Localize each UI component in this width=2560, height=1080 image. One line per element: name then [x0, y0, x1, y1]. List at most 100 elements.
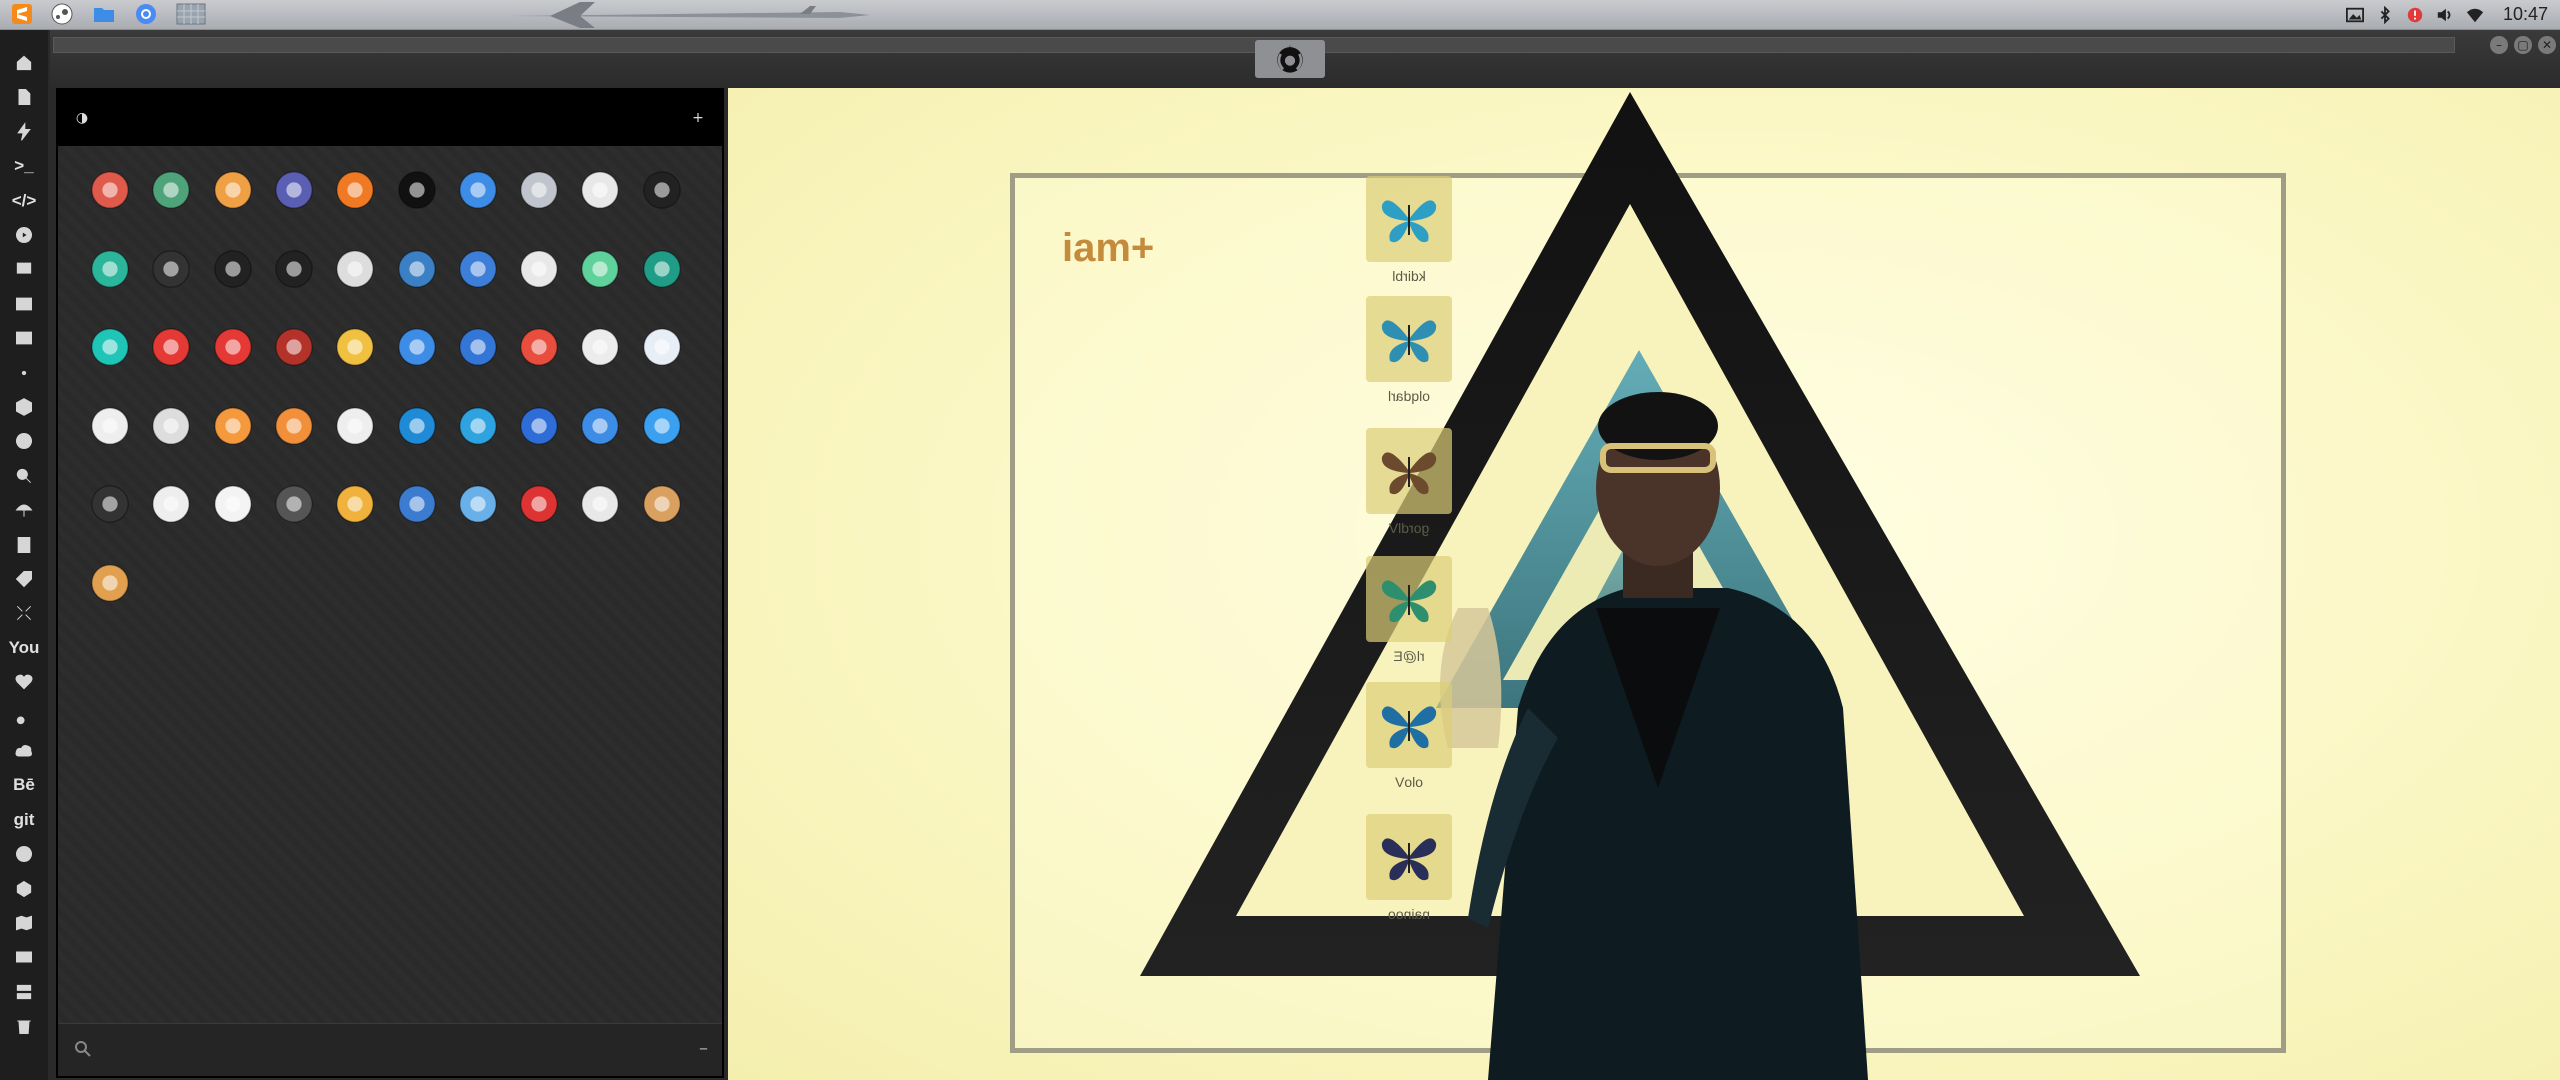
expand-icon[interactable]: [0, 596, 48, 630]
earth-icon[interactable]: [395, 482, 439, 526]
pages-icon[interactable]: [211, 404, 255, 448]
search-dock-icon[interactable]: [0, 459, 48, 493]
map-icon[interactable]: [0, 906, 48, 940]
powershell-icon[interactable]: [640, 325, 684, 369]
magnifier-icon[interactable]: [211, 168, 255, 212]
hourglass-icon[interactable]: [272, 168, 316, 212]
photos-icon[interactable]: [517, 325, 561, 369]
cubes-icon[interactable]: [0, 872, 48, 906]
terminal-icon[interactable]: >_: [0, 149, 48, 183]
rss-icon[interactable]: [149, 482, 193, 526]
globe-icon[interactable]: [456, 168, 500, 212]
clock[interactable]: 10:47: [2503, 4, 2548, 25]
workspace-icon[interactable]: [176, 3, 206, 25]
starfleet-icon[interactable]: [211, 247, 255, 291]
code-icon[interactable]: </>: [0, 184, 48, 218]
equalizer-icon[interactable]: [88, 482, 132, 526]
chat-icon[interactable]: [640, 168, 684, 212]
behance-icon[interactable]: Bē: [0, 768, 48, 802]
warning-icon[interactable]: [88, 168, 132, 212]
home-icon[interactable]: [0, 46, 48, 80]
contacts-icon[interactable]: [0, 528, 48, 562]
wifi-icon[interactable]: [2465, 5, 2485, 25]
steam-icon[interactable]: [50, 3, 74, 25]
umbrella-icon[interactable]: [578, 404, 622, 448]
calendar-icon[interactable]: [211, 482, 255, 526]
rebel-alliance-icon[interactable]: [1255, 40, 1325, 78]
volume-icon[interactable]: [2435, 5, 2455, 25]
bolt-icon[interactable]: [0, 115, 48, 149]
map-icon[interactable]: [395, 247, 439, 291]
mail-icon[interactable]: [456, 482, 500, 526]
arrow-icon[interactable]: [333, 168, 377, 212]
gmail-icon[interactable]: [517, 482, 561, 526]
butterfly-tile[interactable]: [1366, 296, 1452, 382]
git-icon[interactable]: git: [0, 803, 48, 837]
github-cat-icon[interactable]: [149, 247, 193, 291]
image-icon[interactable]: [0, 287, 48, 321]
calculator-icon[interactable]: [456, 325, 500, 369]
sublime-text-icon[interactable]: [10, 3, 34, 25]
radio-icon[interactable]: [88, 561, 132, 605]
news-icon[interactable]: [0, 321, 48, 355]
video-icon[interactable]: [640, 247, 684, 291]
mail-dock-icon[interactable]: [0, 940, 48, 974]
terminal-icon[interactable]: [395, 168, 439, 212]
translate-icon[interactable]: [395, 325, 439, 369]
flask-icon[interactable]: [578, 325, 622, 369]
image-tray-icon[interactable]: [2345, 5, 2365, 25]
collapse-button[interactable]: –: [699, 1038, 708, 1059]
yandex-icon[interactable]: [149, 168, 193, 212]
trash-icon[interactable]: [0, 1009, 48, 1043]
c3po-icon[interactable]: [333, 325, 377, 369]
search-input[interactable]: [98, 1036, 682, 1064]
heart-icon[interactable]: [0, 665, 48, 699]
youtube-dock-icon[interactable]: You: [0, 631, 48, 665]
umbrella-icon[interactable]: [0, 493, 48, 527]
alert-tray-icon[interactable]: [2405, 5, 2425, 25]
inkscape-icon[interactable]: [333, 247, 377, 291]
butterfly-tile[interactable]: [1366, 682, 1452, 768]
snowflake-icon[interactable]: [456, 404, 500, 448]
butterfly-tile[interactable]: [1366, 428, 1452, 514]
github-icon[interactable]: [0, 837, 48, 871]
play-circle-icon[interactable]: [0, 218, 48, 252]
hexagon-icon[interactable]: [0, 390, 48, 424]
minimize-button[interactable]: –: [2490, 36, 2508, 54]
add-icon[interactable]: +: [688, 108, 708, 128]
disk-utility-icon[interactable]: [517, 404, 561, 448]
server-icon[interactable]: [0, 975, 48, 1009]
presentation-icon[interactable]: [333, 404, 377, 448]
youtube-icon[interactable]: [149, 325, 193, 369]
files-icon[interactable]: [92, 3, 116, 25]
window-icon[interactable]: [578, 168, 622, 212]
ironman-icon[interactable]: [272, 325, 316, 369]
document-icon[interactable]: [88, 404, 132, 448]
document-icon[interactable]: [0, 80, 48, 114]
kanban-icon[interactable]: [333, 482, 377, 526]
picture-icon[interactable]: [272, 404, 316, 448]
atom-icon[interactable]: [0, 356, 48, 390]
maximize-button[interactable]: ▢: [2514, 36, 2532, 54]
vscode-icon[interactable]: [395, 404, 439, 448]
music-icon[interactable]: [578, 247, 622, 291]
theme-toggle-icon[interactable]: ◑: [72, 108, 92, 128]
link-icon[interactable]: [0, 700, 48, 734]
pyramid-icon[interactable]: [640, 482, 684, 526]
books-icon[interactable]: [456, 247, 500, 291]
google-drive-icon[interactable]: [578, 482, 622, 526]
globe-icon[interactable]: [0, 424, 48, 458]
chrome-icon[interactable]: [134, 3, 158, 25]
news-icon[interactable]: [149, 404, 193, 448]
bluetooth-icon[interactable]: [2375, 5, 2395, 25]
notes-icon[interactable]: [517, 247, 561, 291]
close-red-icon[interactable]: [211, 325, 255, 369]
butterfly-tile[interactable]: [1366, 556, 1452, 642]
death-star-icon[interactable]: [272, 247, 316, 291]
close-button[interactable]: ✕: [2538, 36, 2556, 54]
slides-icon[interactable]: [0, 252, 48, 286]
play-icon[interactable]: [88, 325, 132, 369]
drive-icon[interactable]: [517, 168, 561, 212]
vpn-icon[interactable]: [88, 247, 132, 291]
butterfly-tile[interactable]: [1366, 176, 1452, 262]
